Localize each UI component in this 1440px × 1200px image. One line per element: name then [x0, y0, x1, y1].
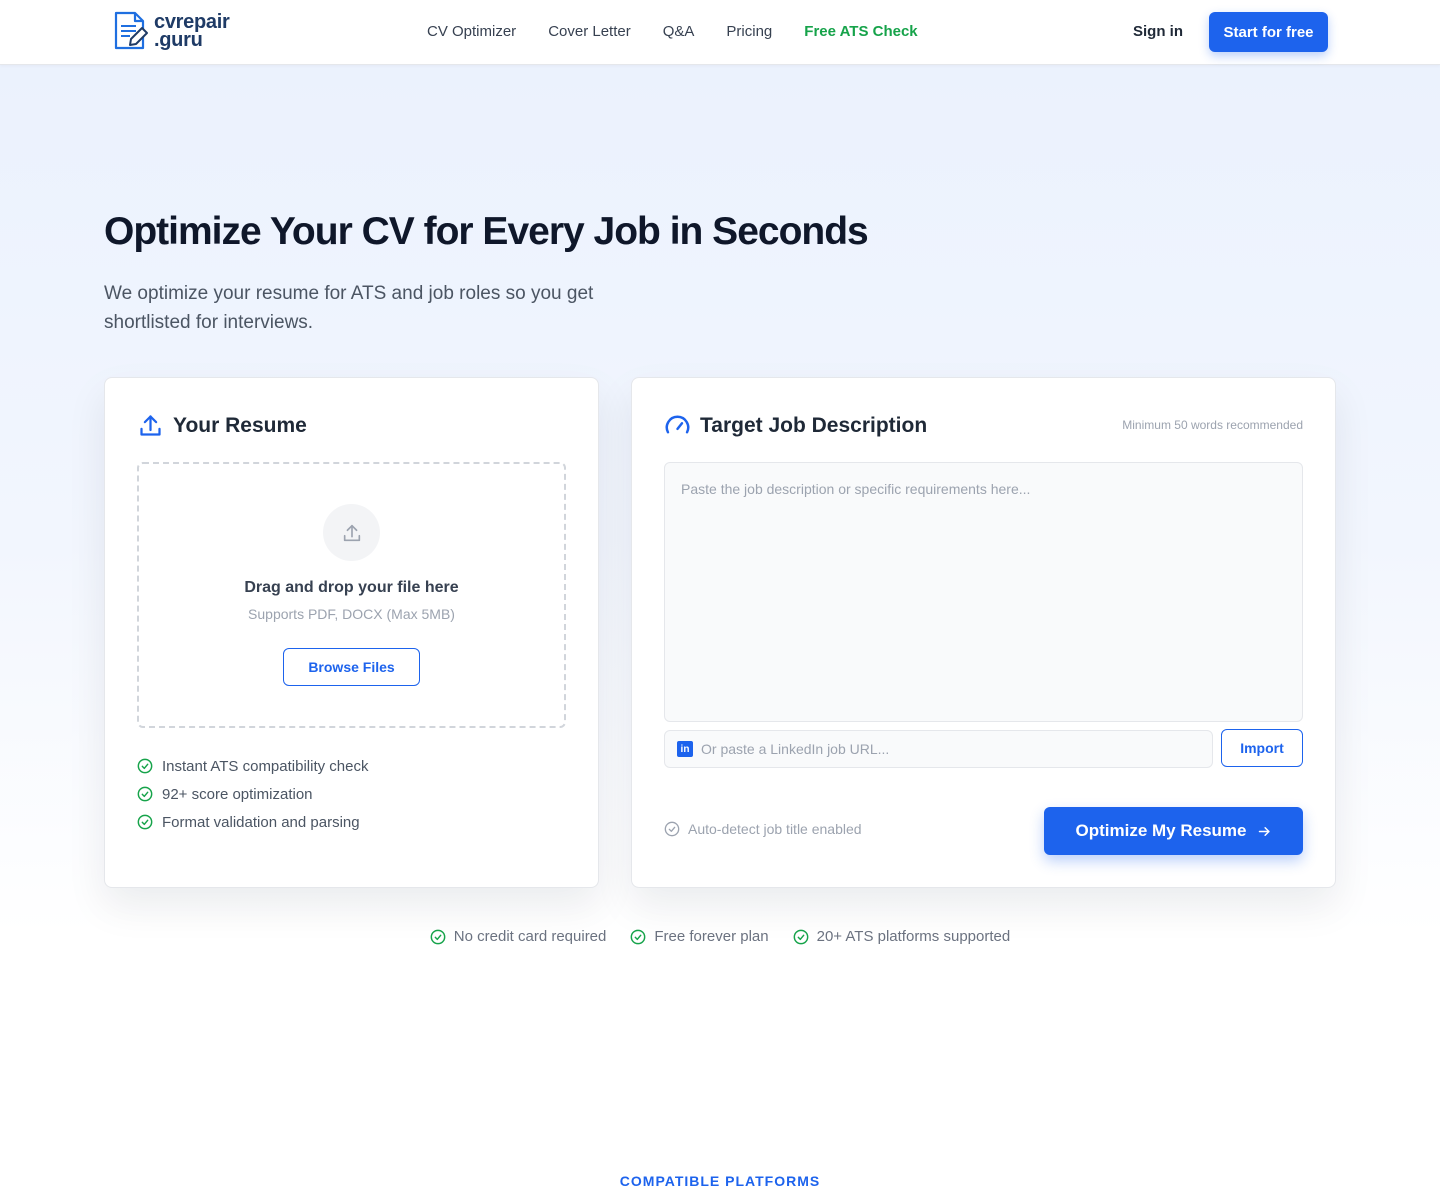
linkedin-url-input[interactable]: [701, 741, 1181, 757]
optimize-resume-button[interactable]: Optimize My Resume: [1044, 807, 1303, 855]
check-circle-icon: [137, 758, 153, 774]
upload-icon: [343, 524, 360, 541]
trust-item: Free forever plan: [630, 926, 769, 948]
dropzone-formats: Supports PDF, DOCX (Max 5MB): [248, 606, 455, 622]
linkedin-icon: in: [677, 741, 693, 757]
feature-text: 92+ score optimization: [162, 785, 313, 803]
sign-in-link[interactable]: Sign in: [1133, 22, 1183, 42]
start-for-free-button[interactable]: Start for free: [1209, 12, 1328, 52]
trust-badges: No credit card required Free forever pla…: [0, 926, 1440, 948]
check-circle-icon: [137, 786, 153, 802]
trust-text: Free forever plan: [654, 928, 769, 945]
list-item: Instant ATS compatibility check: [137, 752, 368, 780]
dropzone-icon-circle: [323, 504, 380, 561]
nav-link-free-ats-check[interactable]: Free ATS Check: [804, 22, 917, 42]
arrow-right-icon: [1258, 826, 1270, 836]
job-description-card: Target Job Description Minimum 50 words …: [631, 377, 1336, 888]
nav-link-qa[interactable]: Q&A: [663, 22, 695, 42]
optimize-button-label: Optimize My Resume: [1075, 821, 1247, 840]
check-circle-icon: [664, 821, 680, 837]
resume-upload-card: Your Resume Drag and drop your file here…: [104, 377, 599, 888]
brand-line-2: .guru: [154, 29, 203, 51]
resume-card-header: Your Resume: [137, 412, 307, 439]
hero-title: Optimize Your CV for Every Job in Second…: [104, 210, 869, 253]
trust-item: 20+ ATS platforms supported: [793, 926, 1011, 948]
top-nav: cvrepair .guru CV Optimizer Cover Letter…: [0, 0, 1440, 65]
auto-detect-status: Auto-detect job title enabled: [664, 821, 862, 837]
job-card-title: Target Job Description: [700, 413, 928, 437]
trust-text: 20+ ATS platforms supported: [816, 928, 1011, 945]
check-circle-icon: [793, 929, 809, 945]
job-description-textarea[interactable]: [664, 462, 1303, 722]
nav-link-pricing[interactable]: Pricing: [726, 22, 772, 42]
linkedin-url-field[interactable]: in: [664, 730, 1213, 768]
import-button[interactable]: Import: [1221, 729, 1303, 767]
primary-nav: CV Optimizer Cover Letter Q&A Pricing Fr…: [427, 22, 950, 42]
hero-subtitle: We optimize your resume for ATS and job …: [104, 283, 594, 333]
auto-detect-text: Auto-detect job title enabled: [688, 821, 862, 837]
nav-link-cover-letter[interactable]: Cover Letter: [548, 22, 631, 42]
gauge-icon: [665, 415, 690, 434]
browse-files-button[interactable]: Browse Files: [283, 648, 420, 686]
resume-dropzone[interactable]: Drag and drop your file here Supports PD…: [137, 462, 566, 728]
check-circle-icon: [430, 929, 446, 945]
check-circle-icon: [630, 929, 646, 945]
nav-link-cv-optimizer[interactable]: CV Optimizer: [427, 22, 516, 42]
list-item: Format validation and parsing: [137, 808, 368, 836]
resume-card-title: Your Resume: [173, 413, 307, 437]
feature-text: Format validation and parsing: [162, 813, 360, 831]
feature-text: Instant ATS compatibility check: [162, 757, 369, 775]
compatible-platforms-label: COMPATIBLE PLATFORMS: [619, 1173, 821, 1189]
resume-feature-list: Instant ATS compatibility check 92+ scor…: [137, 752, 368, 836]
upload-icon: [140, 415, 161, 436]
trust-item: No credit card required: [430, 926, 607, 948]
job-card-header: Target Job Description: [664, 412, 927, 439]
trust-text: No credit card required: [453, 928, 607, 945]
check-circle-icon: [137, 814, 153, 830]
list-item: 92+ score optimization: [137, 780, 368, 808]
word-count-note: Minimum 50 words recommended: [1122, 418, 1303, 432]
document-pencil-icon: [114, 11, 148, 50]
brand-logo[interactable]: cvrepair .guru: [112, 10, 230, 52]
dropzone-title: Drag and drop your file here: [244, 579, 459, 596]
brand-wordmark: cvrepair .guru: [154, 12, 230, 51]
